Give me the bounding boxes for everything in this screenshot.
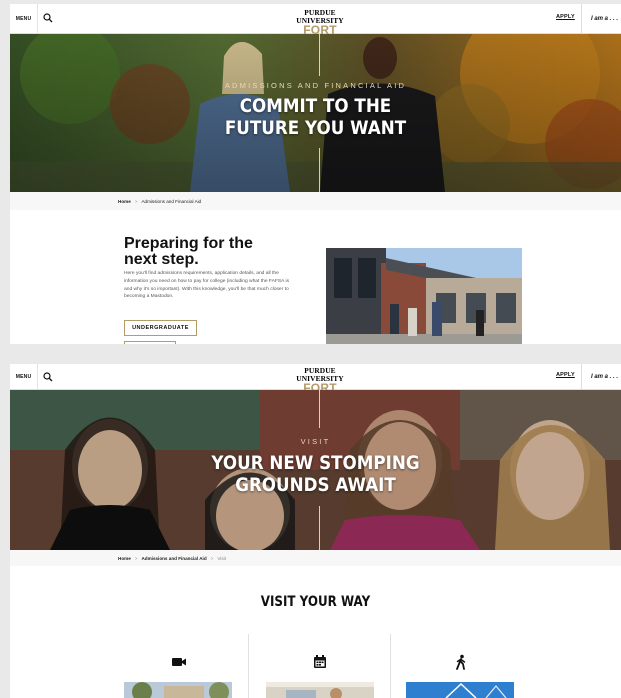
virtual-tour-card-image[interactable] (124, 682, 232, 698)
menu-button[interactable]: MENU (10, 364, 38, 390)
hero-divider-bottom (319, 506, 320, 550)
hero-banner: VISIT YOUR NEW STOMPING GROUNDS AWAIT (10, 390, 621, 550)
hero-headline: COMMIT TO THE FUTURE YOU WANT (47, 95, 585, 139)
section-body: Here you'll find admissions requirements… (124, 271, 290, 300)
hero-headline-line2: FUTURE YOU WANT (224, 117, 407, 139)
hero-headline-line2: GROUNDS AWAIT (235, 474, 396, 496)
hero-eyebrow: ADMISSIONS AND FINANCIAL AID (224, 81, 407, 90)
graduate-button-partial[interactable] (124, 341, 176, 344)
i-am-a-menu[interactable]: I am a . . . (581, 364, 621, 390)
breadcrumb-home[interactable]: Home (118, 199, 131, 204)
apply-link[interactable]: APPLY (556, 372, 575, 378)
campus-visit-card-image[interactable] (266, 682, 374, 698)
hero-headline-line1: YOUR NEW STOMPING (211, 452, 420, 474)
site-header: MENU PURDUE UNIVERSITY FORT WAYNE APPLY … (10, 4, 621, 47)
section-title-line2: next step. (124, 251, 199, 268)
section-title: VISIT YOUR WAY (260, 594, 371, 610)
i-am-a-menu[interactable]: I am a . . . (581, 4, 621, 34)
card-divider (248, 634, 249, 698)
card-divider (390, 634, 391, 698)
hero-eyebrow: VISIT (300, 437, 331, 446)
campus-building-photo (326, 248, 522, 344)
search-icon[interactable] (42, 371, 54, 383)
breadcrumb-home[interactable]: Home (118, 556, 131, 561)
breadcrumb-admissions[interactable]: Admissions and Financial Aid (141, 556, 206, 561)
search-icon[interactable] (42, 12, 54, 24)
breadcrumb: Home > Admissions and Financial Aid (10, 192, 621, 210)
undergraduate-button[interactable]: UNDERGRADUATE (124, 320, 197, 336)
breadcrumb-current: Admissions and Financial Aid (141, 198, 202, 204)
breadcrumb-separator-icon: > (134, 555, 138, 561)
calendar-icon (314, 655, 326, 668)
breadcrumb-current: Visit (217, 555, 226, 561)
hero-divider-top (319, 34, 320, 76)
video-camera-icon (172, 658, 186, 666)
menu-button[interactable]: MENU (10, 4, 38, 34)
hero-headline: YOUR NEW STOMPING GROUNDS AWAIT (47, 452, 585, 496)
breadcrumb-separator-icon: > (210, 555, 214, 561)
breadcrumb: Home > Admissions and Financial Aid > Vi… (10, 550, 621, 566)
hero-headline-line1: COMMIT TO THE (239, 95, 392, 117)
breadcrumb-separator-icon: > (134, 198, 138, 204)
visit-page: MENU PURDUE UNIVERSITY FORT WAYNE APPLY … (10, 364, 621, 698)
self-guided-tour-card-image[interactable] (406, 682, 514, 698)
section-title: Preparing for the next step. (124, 236, 253, 268)
admissions-page: MENU PURDUE UNIVERSITY FORT WAYNE APPLY … (10, 4, 621, 344)
hero-divider-top (319, 390, 320, 428)
hero-divider-bottom (319, 148, 320, 192)
section-title-line1: Preparing for the (124, 235, 253, 252)
apply-link[interactable]: APPLY (556, 14, 575, 20)
hero-banner: ADMISSIONS AND FINANCIAL AID COMMIT TO T… (10, 34, 621, 192)
site-header: MENU PURDUE UNIVERSITY FORT WAYNE APPLY … (10, 364, 621, 405)
walking-person-icon (456, 654, 466, 670)
